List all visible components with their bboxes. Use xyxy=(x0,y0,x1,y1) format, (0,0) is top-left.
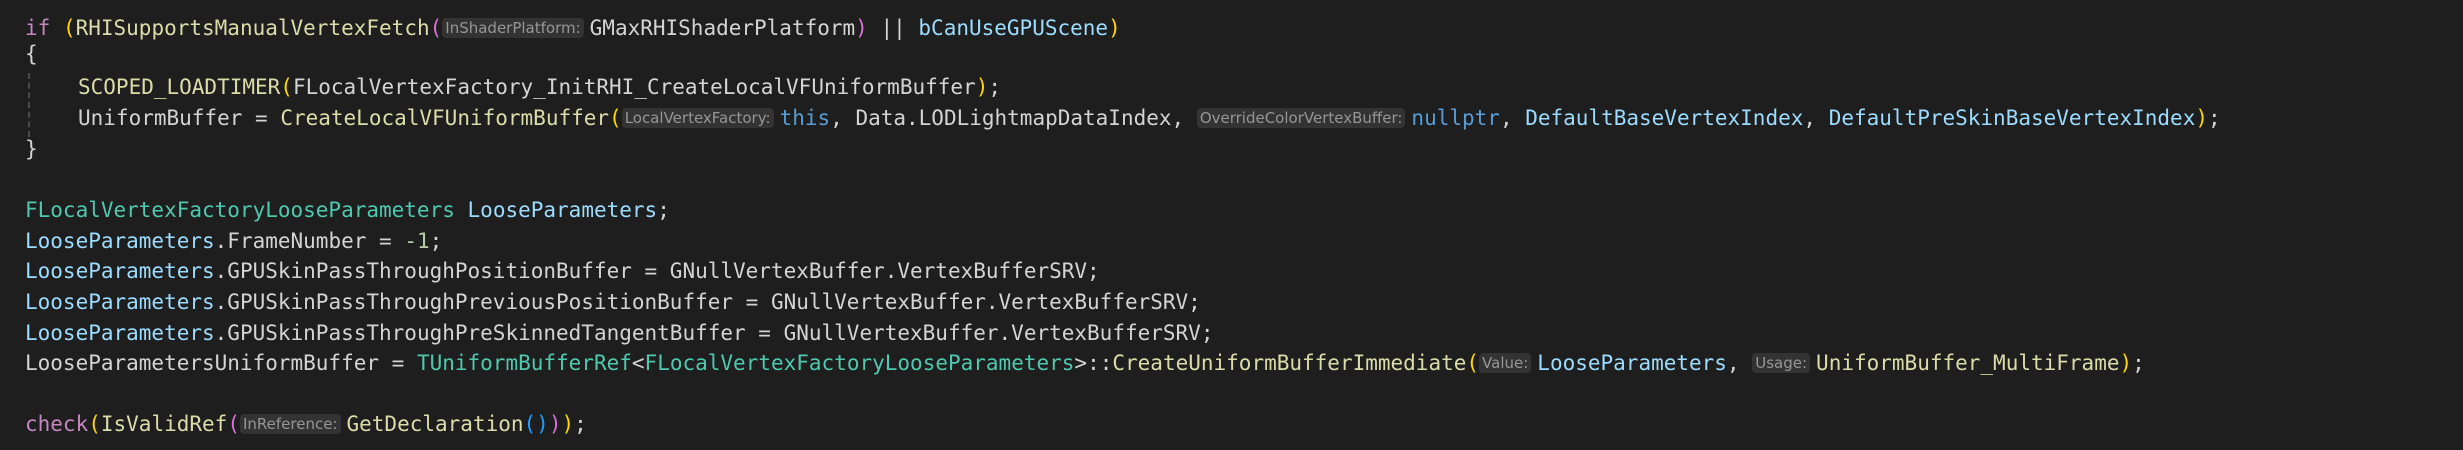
angle-close: > xyxy=(1074,351,1088,375)
brace-open: { xyxy=(25,42,38,66)
comma: , xyxy=(830,106,856,130)
code-line-9: LooseParameters.GPUSkinPassThroughPositi… xyxy=(25,256,1100,286)
semicolon: ; xyxy=(574,412,587,436)
paren: ) xyxy=(975,75,989,99)
paren: ) xyxy=(855,16,868,40)
code-line-5: } xyxy=(25,134,38,164)
number-literal: -1 xyxy=(404,229,430,253)
semicolon: ; xyxy=(2132,351,2145,375)
indent-guide xyxy=(28,73,30,137)
member-assignment[interactable]: .GPUSkinPassThroughPositionBuffer = GNul… xyxy=(215,259,1100,283)
member-framenumber[interactable]: .FrameNumber = xyxy=(215,229,405,253)
member-assignment[interactable]: .GPUSkinPassThroughPreSkinnedTangentBuff… xyxy=(215,321,1214,345)
semicolon: ; xyxy=(988,75,1001,99)
type-tuniformbufferref[interactable]: TUniformBufferRef xyxy=(417,351,632,375)
code-line-4: UniformBuffer = CreateLocalVFUniformBuff… xyxy=(78,103,2221,133)
code-line-10: LooseParameters.GPUSkinPassThroughPrevio… xyxy=(25,287,1201,317)
inlay-hint-inreference: InReference: xyxy=(239,414,341,434)
operator-assign: = xyxy=(242,106,281,130)
code-line-8: LooseParameters.FrameNumber = -1; xyxy=(25,226,442,256)
operator-or: || xyxy=(867,16,919,40)
keyword-if: if xyxy=(25,16,51,40)
function-check[interactable]: check xyxy=(25,412,88,436)
brace-close: } xyxy=(25,137,38,161)
keyword-this[interactable]: this xyxy=(780,106,831,130)
function-rhisupportsmanualvertexfetch[interactable]: RHISupportsManualVertexFetch xyxy=(76,16,430,40)
enum-uniformbuffer-multiframe[interactable]: UniformBuffer_MultiFrame xyxy=(1816,351,2119,375)
arg-gmaxrhishaderplatform[interactable]: GMaxRHIShaderPlatform xyxy=(590,16,856,40)
code-line-12: LooseParametersUniformBuffer = TUniformB… xyxy=(25,348,2145,378)
var-looseparameters[interactable]: LooseParameters xyxy=(25,290,215,314)
member-assignment[interactable]: .GPUSkinPassThroughPreviousPositionBuffe… xyxy=(215,290,1201,314)
function-isvalidref[interactable]: IsValidRef xyxy=(101,412,227,436)
comma: , xyxy=(1803,106,1829,130)
comma: , xyxy=(1499,106,1526,130)
paren: ) xyxy=(1108,16,1121,40)
arg-loadtimer-name[interactable]: FLocalVertexFactory_InitRHI_CreateLocalV… xyxy=(293,75,976,99)
macro-scoped-loadtimer[interactable]: SCOPED_LOADTIMER xyxy=(78,75,280,99)
inlay-hint-usage: Usage: xyxy=(1752,353,1811,373)
paren: ( xyxy=(280,75,293,99)
paren: ( xyxy=(609,106,622,130)
comma: , xyxy=(1171,106,1197,130)
scope-operator: :: xyxy=(1087,351,1113,375)
semicolon: ; xyxy=(657,198,670,222)
paren: ) xyxy=(548,412,562,436)
var-defaultbasevertexindex[interactable]: DefaultBaseVertexIndex xyxy=(1525,106,1803,130)
var-bcanusegpuscene[interactable]: bCanUseGPUScene xyxy=(918,16,1108,40)
inlay-hint-value: Value: xyxy=(1479,353,1532,373)
keyword-nullptr[interactable]: nullptr xyxy=(1411,106,1500,130)
paren: ( xyxy=(88,412,101,436)
inlay-hint-overridecolorvertexbuffer: OverrideColorVertexBuffer: xyxy=(1196,108,1406,128)
paren: ( xyxy=(429,16,443,40)
var-defaultpreskinbasevertexindex[interactable]: DefaultPreSkinBaseVertexIndex xyxy=(1829,106,2196,130)
var-uniformbuffer[interactable]: UniformBuffer xyxy=(78,106,242,130)
code-line-14: check(IsValidRef(InReference: GetDeclarat… xyxy=(25,409,587,439)
paren: ) xyxy=(561,412,575,436)
angle-open: < xyxy=(631,351,645,375)
paren: ) xyxy=(2119,351,2133,375)
semicolon: ; xyxy=(429,229,443,253)
paren: ( xyxy=(1466,351,1480,375)
paren: () xyxy=(523,412,549,436)
function-getdeclaration[interactable]: GetDeclaration xyxy=(347,412,524,436)
semicolon: ; xyxy=(2208,106,2221,130)
var-looseparametersuniformbuffer[interactable]: LooseParametersUniformBuffer xyxy=(25,351,379,375)
type-flocalvertexfactorylooseparameters[interactable]: FLocalVertexFactoryLooseParameters xyxy=(645,351,1075,375)
inlay-hint-inshaderplatform: InShaderPlatform: xyxy=(442,18,584,38)
code-line-2: { xyxy=(25,39,38,69)
function-createlocalvfuniformbuffer[interactable]: CreateLocalVFUniformBuffer xyxy=(280,106,609,130)
code-line-11: LooseParameters.GPUSkinPassThroughPreSki… xyxy=(25,318,1213,348)
comma: , xyxy=(1726,351,1753,375)
var-looseparameters[interactable]: LooseParameters xyxy=(25,259,215,283)
code-line-7: FLocalVertexFactoryLooseParameters Loose… xyxy=(25,195,670,225)
var-looseparameters[interactable]: LooseParameters xyxy=(1537,351,1727,375)
operator-assign: = xyxy=(379,351,417,375)
inlay-hint-localvertexfactory: LocalVertexFactory: xyxy=(621,108,774,128)
type-flocalvertexfactorylooseparameters[interactable]: FLocalVertexFactoryLooseParameters xyxy=(25,198,455,222)
code-editor[interactable]: if (RHISupportsManualVertexFetch(InShade… xyxy=(0,0,2463,450)
paren: ( xyxy=(227,412,240,436)
var-looseparameters[interactable]: LooseParameters xyxy=(468,198,658,222)
var-looseparameters[interactable]: LooseParameters xyxy=(25,321,215,345)
paren: ) xyxy=(2195,106,2208,130)
paren: ( xyxy=(50,16,76,40)
code-line-3: SCOPED_LOADTIMER(FLocalVertexFactory_Ini… xyxy=(78,72,1001,102)
var-looseparameters[interactable]: LooseParameters xyxy=(25,229,215,253)
function-createuniformbufferimmediate[interactable]: CreateUniformBufferImmediate xyxy=(1112,351,1466,375)
arg-lodlightmapdataindex[interactable]: Data.LODLightmapDataIndex xyxy=(855,106,1171,130)
code-line-1: if (RHISupportsManualVertexFetch(InShade… xyxy=(25,13,1121,43)
